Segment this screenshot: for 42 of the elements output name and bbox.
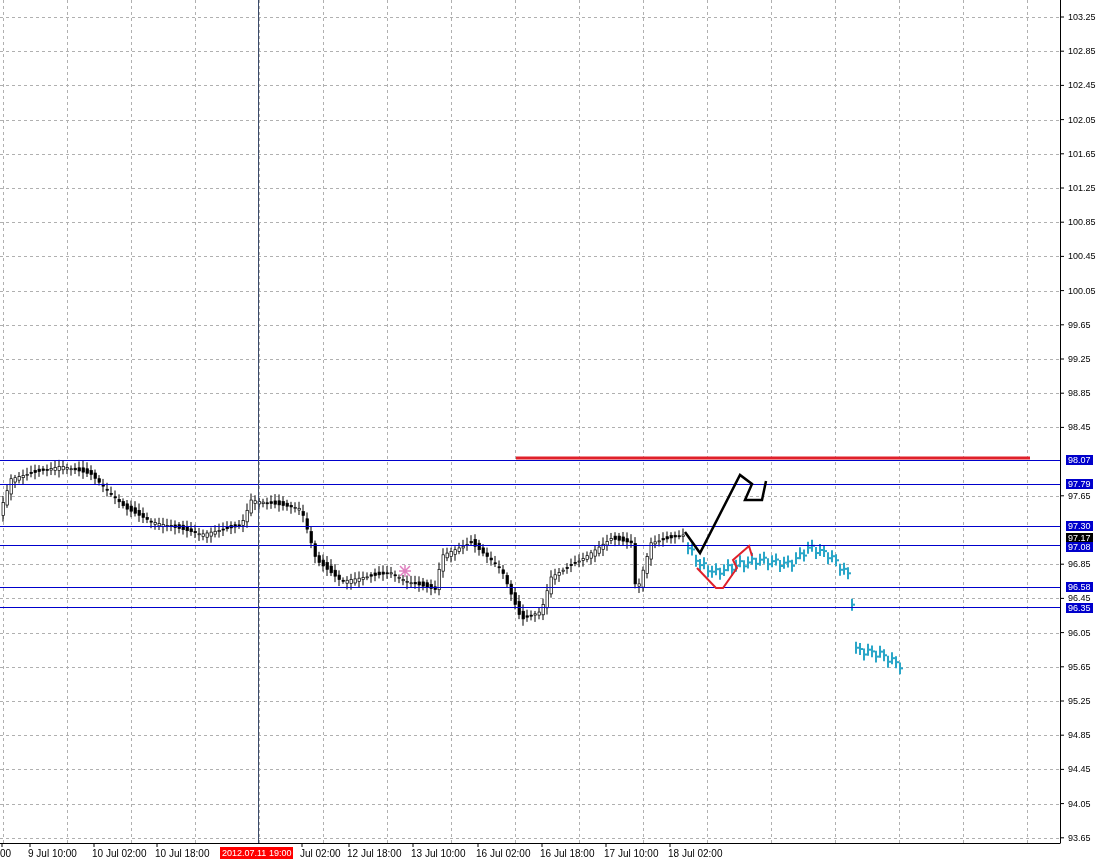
price-label: 98.85	[1068, 388, 1091, 399]
price-label: 95.65	[1068, 661, 1091, 672]
time-label: 16 Jul 18:00	[540, 848, 595, 859]
price-label: 101.65	[1068, 148, 1096, 159]
price-label: 96.05	[1068, 627, 1091, 638]
star-icon	[398, 564, 412, 578]
price-label: 102.85	[1068, 46, 1096, 57]
cursor-time-label: 2012.07.11 19:00	[220, 847, 294, 859]
time-label: 16 Jul 02:00	[476, 848, 531, 859]
price-label: 98.45	[1068, 422, 1091, 433]
price-label: 100.45	[1068, 251, 1096, 262]
price-label: 102.05	[1068, 114, 1096, 125]
price-label: 94.05	[1068, 798, 1091, 809]
time-label: 13 Jul 10:00	[411, 848, 466, 859]
price-label: 94.45	[1068, 764, 1091, 775]
price-level-label: 96.58	[1066, 582, 1093, 592]
price-level-label: 98.07	[1066, 455, 1093, 465]
price-label: 100.85	[1068, 217, 1096, 228]
time-label: 10 Jul 18:00	[155, 848, 210, 859]
time-label: 10 Jul 02:00	[92, 848, 147, 859]
time-label: 00	[0, 848, 12, 859]
price-label: 102.45	[1068, 80, 1096, 91]
time-label: 9 Jul 10:00	[28, 848, 77, 859]
price-label: 101.25	[1068, 183, 1096, 193]
price-label: 97.65	[1068, 490, 1091, 501]
price-level-label: 96.35	[1066, 603, 1093, 613]
price-label: 96.85	[1068, 559, 1091, 570]
price-label: 99.65	[1068, 319, 1091, 330]
price-label: 95.25	[1068, 696, 1091, 706]
price-label: 103.25	[1068, 12, 1096, 22]
time-label: 18 Jul 02:00	[668, 848, 723, 859]
price-level-label: 97.79	[1066, 479, 1093, 489]
price-label: 96.45	[1068, 593, 1091, 604]
price-level-label: 97.30	[1066, 521, 1093, 531]
price-label: 100.05	[1068, 285, 1096, 296]
price-label: 94.85	[1068, 730, 1091, 741]
time-label: Jul 02:00	[300, 848, 341, 859]
price-label: 99.25	[1068, 354, 1091, 364]
time-label: 12 Jul 18:00	[347, 848, 402, 859]
price-level-label: 97.08	[1066, 542, 1093, 552]
price-label: 93.65	[1068, 832, 1091, 843]
time-label: 17 Jul 10:00	[604, 848, 659, 859]
